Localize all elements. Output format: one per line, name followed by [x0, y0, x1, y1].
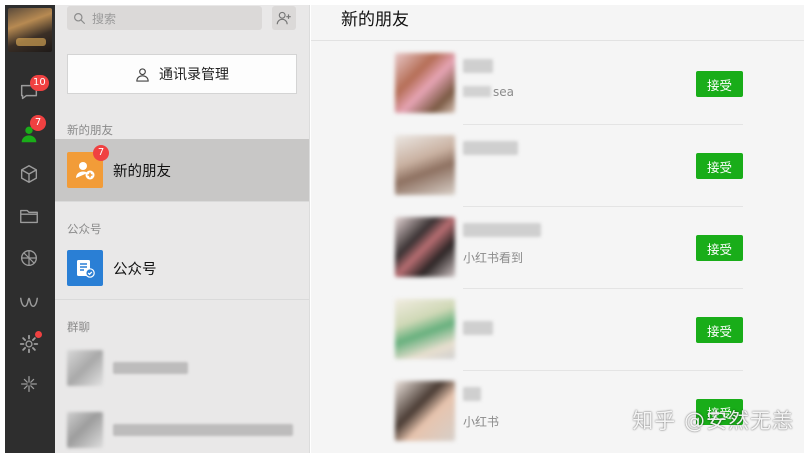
requester-avatar[interactable] [395, 217, 455, 277]
requester-subtitle: 小红书 [463, 415, 500, 429]
new-friends-badge: 7 [93, 145, 109, 161]
requester-avatar[interactable] [395, 381, 455, 441]
add-contact-button[interactable] [272, 6, 296, 30]
accept-button[interactable]: 接受 [696, 235, 743, 261]
search-input[interactable]: 搜索 [67, 6, 262, 30]
accept-button[interactable]: 接受 [696, 153, 743, 179]
requester-avatar[interactable] [395, 299, 455, 359]
requester-subtitle: sea [463, 85, 514, 99]
contacts-manage-button[interactable]: 通讯录管理 [67, 54, 297, 94]
accept-button[interactable]: 接受 [696, 317, 743, 343]
new-friends-item[interactable]: 7 新的朋友 [55, 139, 309, 201]
chats-unread-badge: 10 [30, 75, 49, 91]
group-avatar [67, 412, 103, 448]
group-avatar [67, 350, 103, 386]
requester-name-redacted [463, 59, 493, 73]
requester-avatar[interactable] [395, 53, 455, 113]
mini-program-icon[interactable] [16, 289, 42, 315]
friend-request-row: sea 接受 [395, 45, 745, 125]
groups-section-header: 群聊 [67, 320, 90, 334]
folder-icon[interactable] [16, 203, 42, 229]
contacts-manage-label: 通讯录管理 [159, 67, 229, 83]
channels-icon[interactable] [16, 371, 42, 397]
requester-name-redacted [463, 321, 493, 335]
watermark: 知乎 @安然无恙 [632, 409, 794, 433]
moments-icon[interactable] [16, 245, 42, 271]
requester-avatar[interactable] [395, 135, 455, 195]
person-icon [136, 67, 149, 82]
official-accounts-item[interactable]: 公众号 [55, 237, 309, 299]
divider [463, 288, 743, 289]
group-chat-item[interactable] [55, 399, 309, 453]
contacts-unread-badge: 7 [30, 115, 46, 131]
divider [463, 124, 743, 125]
official-section-header: 公众号 [67, 222, 102, 236]
divider [55, 299, 309, 300]
group-name-redacted [113, 362, 188, 374]
search-placeholder: 搜索 [92, 11, 117, 26]
accept-button[interactable]: 接受 [696, 71, 743, 97]
favorites-cube-icon[interactable] [16, 161, 42, 187]
friend-request-row: 小红书看到 接受 [395, 209, 745, 289]
divider [463, 370, 743, 371]
new-friend-icon: 7 [67, 145, 109, 188]
navigation-rail: 10 7 [5, 5, 55, 453]
contacts-icon[interactable]: 7 [16, 115, 46, 147]
group-name-redacted [113, 424, 293, 436]
settings-notification-dot [35, 331, 42, 338]
chat-icon[interactable]: 10 [16, 75, 49, 105]
requester-name-redacted [463, 387, 481, 401]
page-title: 新的朋友 [341, 10, 409, 30]
divider [55, 201, 309, 202]
divider [463, 206, 743, 207]
search-icon [73, 12, 86, 25]
user-avatar[interactable] [8, 8, 52, 52]
requester-name-redacted [463, 223, 541, 237]
contacts-list-panel: 搜索 通讯录管理 新的朋友 7 新的朋友 公众号 公众号 群聊 [55, 5, 310, 453]
requester-name-redacted [463, 141, 518, 155]
official-account-icon [67, 250, 103, 286]
divider [311, 40, 804, 41]
new-friends-panel: 新的朋友 sea 接受 接受 小红书看到 接受 接受 小红书 接受 知乎 @安然… [311, 5, 804, 453]
friend-request-row: 接受 [395, 291, 745, 371]
settings-gear-icon[interactable] [16, 331, 42, 357]
requester-subtitle: 小红书看到 [463, 251, 524, 265]
new-friends-label: 新的朋友 [113, 163, 171, 180]
official-accounts-label: 公众号 [113, 261, 157, 278]
group-chat-item[interactable] [55, 337, 309, 399]
new-friends-section-header: 新的朋友 [67, 123, 113, 137]
add-user-icon [276, 11, 291, 25]
friend-request-row: 接受 [395, 127, 745, 207]
